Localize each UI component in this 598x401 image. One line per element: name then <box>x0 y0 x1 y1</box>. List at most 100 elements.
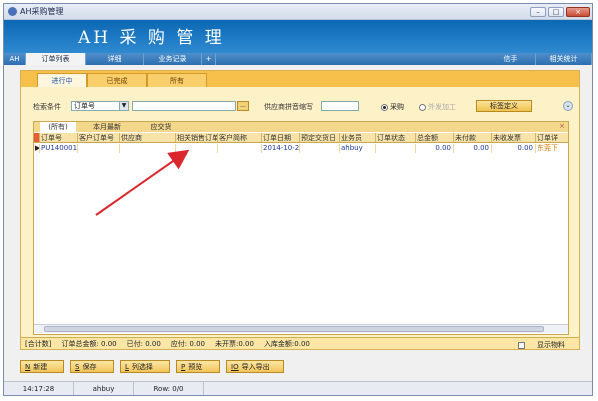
show-material-label: 显示物料 <box>537 341 565 349</box>
column-select-button-label: 列选择 <box>131 362 153 371</box>
radio-dot-icon <box>419 103 426 111</box>
status-user: ahbuy <box>74 382 134 395</box>
close-icon[interactable]: × <box>559 122 565 130</box>
app-icon <box>8 7 17 16</box>
radio-purchase-label: 采购 <box>390 103 404 111</box>
cell-order-date[interactable]: 2014-10-2 <box>262 144 300 153</box>
title-bar: AH采购管理 – □ × <box>4 4 592 20</box>
cell-customer-order-no[interactable] <box>78 144 120 153</box>
nav-tab-ah[interactable]: AH <box>4 53 26 65</box>
search-input[interactable] <box>132 101 236 111</box>
col-supplier[interactable]: 供应商 <box>120 133 176 142</box>
save-button-label: 保存 <box>82 362 97 371</box>
status-row-count: Row: 0/0 <box>134 382 204 395</box>
col-order-date[interactable]: 订单日期 <box>262 133 300 142</box>
save-button[interactable]: S 保存 <box>70 360 114 373</box>
bottom-toolbar: N 新建 S 保存 L 列选择 P 预览 IO 导入导出 <box>20 360 284 374</box>
preview-button[interactable]: P 预览 <box>176 360 220 373</box>
tab-all[interactable]: 所有 <box>147 73 207 87</box>
chevron-down-icon[interactable]: ⌄ <box>563 101 573 111</box>
cell-supplier[interactable] <box>120 144 176 153</box>
column-select-button[interactable]: L 列选择 <box>120 360 170 373</box>
status-tabs: 进行中 已完成 所有 <box>21 71 579 87</box>
grid-tab-all[interactable]: (所有) <box>40 122 76 132</box>
nav-tab-order-list[interactable]: 订单列表 <box>26 53 86 65</box>
col-total-amount[interactable]: 总金额 <box>416 133 454 142</box>
checkbox-icon <box>518 341 525 349</box>
import-export-button-label: 导入导出 <box>241 362 270 371</box>
col-uninvoiced[interactable]: 未收发票 <box>492 133 536 142</box>
new-button[interactable]: N 新建 <box>20 360 64 373</box>
grid-filter-tabs: (所有) 本月最新 应交货 × <box>34 122 568 132</box>
content-panel: 进行中 已完成 所有 检索条件 订单号 ▼ ... 供应商拼音缩写 采购 外发加… <box>20 70 580 350</box>
nav-tab-detail[interactable]: 详细 <box>86 53 144 65</box>
nav-tab-business-record[interactable]: 业务记录 <box>144 53 202 65</box>
show-material-checkbox[interactable]: 显示物料 <box>518 340 575 350</box>
summary-stock-in: 入库金额:0.00 <box>263 339 310 348</box>
tag-define-button[interactable]: 标签定义 <box>476 100 532 112</box>
search-condition-value: 订单号 <box>74 102 95 110</box>
col-unpaid[interactable]: 未付款 <box>454 133 492 142</box>
col-customer-order-no[interactable]: 客户订单号 <box>78 133 120 142</box>
supplier-abbr-label: 供应商拼音缩写 <box>264 103 313 111</box>
horizontal-scrollbar[interactable] <box>34 324 568 333</box>
summary-paid: 已付: 0.00 <box>126 339 161 348</box>
cell-customer-short-name[interactable] <box>218 144 262 153</box>
summary-order-total: 订单总金额: 0.00 <box>61 339 117 348</box>
new-button-label: 新建 <box>33 362 48 371</box>
status-bar: 14:17:28 ahbuy Row: 0/0 <box>4 381 592 395</box>
cell-total-amount[interactable]: 0.00 <box>416 144 454 153</box>
col-order-no[interactable]: 订单号 <box>40 133 78 142</box>
col-scheduled-delivery[interactable]: 预定交货日 <box>300 133 340 142</box>
tab-in-progress[interactable]: 进行中 <box>37 73 87 87</box>
grid-tab-due-delivery[interactable]: 应交货 <box>138 122 184 132</box>
nav-tab-add[interactable]: + <box>202 53 216 65</box>
cell-unpaid[interactable]: 0.00 <box>454 144 492 153</box>
tab-completed[interactable]: 已完成 <box>87 73 147 87</box>
summary-payable: 应付: 0.00 <box>170 339 205 348</box>
preview-shortcut-key: P <box>181 362 186 371</box>
browse-button[interactable]: ... <box>237 101 249 111</box>
order-grid-panel: (所有) 本月最新 应交货 × 订单号 客户订单号 供应商 相关销售订单 客户简… <box>33 121 569 335</box>
import-export-shortcut-key: IO <box>231 362 239 371</box>
nav-right-assistant[interactable]: 信手 <box>486 53 536 65</box>
summary-uninvoiced: 未开票:0.00 <box>214 339 254 348</box>
cell-order-status[interactable] <box>376 144 416 153</box>
summary-bar: [合计数] 订单总金额: 0.00 已付: 0.00 应付: 0.00 未开票:… <box>21 337 579 349</box>
col-order-detail[interactable]: 订单详 <box>536 133 568 142</box>
cell-related-sales-order[interactable] <box>176 144 218 153</box>
preview-button-label: 预览 <box>188 362 203 371</box>
search-condition-select[interactable]: 订单号 ▼ <box>71 101 129 111</box>
minimize-button[interactable]: – <box>530 6 546 17</box>
col-order-status[interactable]: 订单状态 <box>376 133 416 142</box>
supplier-abbr-input[interactable] <box>321 101 359 111</box>
app-title: AH 采 购 管 理 <box>78 28 225 48</box>
col-customer-short-name[interactable]: 客户简称 <box>218 133 262 142</box>
table-row[interactable]: ▶ PU140001 2014-10-2 ahbuy 0.00 0.00 0.0… <box>34 144 568 153</box>
radio-external-processing[interactable]: 外发加工 <box>419 102 456 112</box>
app-window: AH采购管理 – □ × AH 采 购 管 理 AH 订单列表 详细 业务记录 … <box>3 3 593 396</box>
import-export-button[interactable]: IO 导入导出 <box>226 360 284 373</box>
cell-uninvoiced[interactable]: 0.00 <box>492 144 536 153</box>
cell-salesperson[interactable]: ahbuy <box>340 144 376 153</box>
cell-order-no[interactable]: PU140001 <box>40 144 78 153</box>
radio-external-label: 外发加工 <box>428 103 456 111</box>
col-related-sales-order[interactable]: 相关销售订单 <box>176 133 218 142</box>
grid-tab-this-month[interactable]: 本月最新 <box>84 122 130 132</box>
new-shortcut-key: N <box>25 362 31 371</box>
radio-purchase[interactable]: 采购 <box>381 102 404 112</box>
scrollbar-thumb[interactable] <box>44 326 544 332</box>
summary-label: [合计数] <box>25 339 52 348</box>
cell-scheduled-delivery[interactable] <box>300 144 340 153</box>
nav-right-statistics[interactable]: 相关统计 <box>536 53 592 65</box>
cell-order-detail[interactable]: 东莞下 <box>536 144 568 153</box>
app-banner: AH 采 购 管 理 <box>4 20 592 53</box>
maximize-button[interactable]: □ <box>548 6 564 17</box>
grid-header: 订单号 客户订单号 供应商 相关销售订单 客户简称 订单日期 预定交货日 业务员… <box>34 133 568 143</box>
save-shortcut-key: S <box>75 362 80 371</box>
radio-dot-checked-icon <box>381 103 388 111</box>
col-salesperson[interactable]: 业务员 <box>340 133 376 142</box>
chevron-down-icon[interactable]: ▼ <box>119 102 128 110</box>
main-nav: AH 订单列表 详细 业务记录 + 信手 相关统计 <box>4 53 592 65</box>
close-button[interactable]: × <box>566 6 590 17</box>
